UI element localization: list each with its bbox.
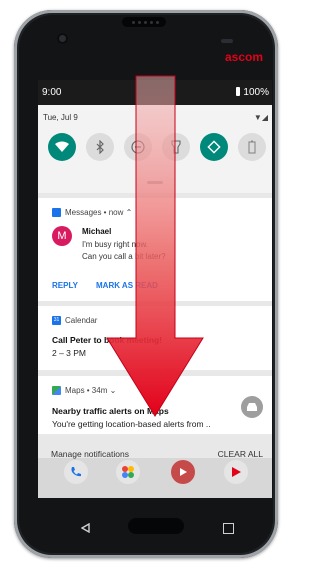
- sender-name: Michael: [82, 227, 112, 236]
- proximity-sensor: [221, 39, 233, 43]
- event-title: Call Peter to book meeting!: [52, 335, 163, 345]
- battery-icon: [236, 87, 241, 96]
- navigation-bar: [38, 498, 272, 558]
- avatar: M: [52, 226, 72, 246]
- quick-settings-panel: Tue, Jul 9 ▼◢: [38, 105, 272, 193]
- app-line: Messages • now ⌃: [65, 208, 133, 217]
- back-icon[interactable]: [81, 523, 90, 533]
- date-label: Tue, Jul 9: [43, 113, 78, 122]
- maps-app-icon: [52, 386, 61, 395]
- screen: 9:00 100% Tue, Jul 9 ▼◢ Messages • now ⌃: [38, 80, 272, 498]
- alert-title: Nearby traffic alerts on Maps: [52, 406, 169, 416]
- mark-as-read-button[interactable]: MARK AS READ: [96, 281, 158, 290]
- car-icon: [241, 396, 263, 418]
- bluetooth-tile[interactable]: [86, 133, 114, 161]
- drag-handle[interactable]: [147, 181, 163, 184]
- wifi-tile[interactable]: [48, 133, 76, 161]
- message-line: Can you call a bit later?: [82, 252, 166, 261]
- battery-indicator: 100%: [236, 87, 269, 98]
- maps-notification[interactable]: Maps • 34m ⌄ Nearby traffic alerts on Ma…: [38, 376, 272, 434]
- recents-icon[interactable]: [223, 523, 234, 534]
- home-dock: [38, 458, 272, 498]
- do-not-disturb-icon: [131, 140, 145, 154]
- battery-saver-icon: [248, 140, 256, 154]
- manage-notifications-button[interactable]: Manage notifications: [51, 449, 129, 459]
- wifi-icon: [55, 141, 69, 152]
- app-line: Calendar: [65, 316, 98, 325]
- auto-rotate-tile[interactable]: [200, 133, 228, 161]
- signal-icon: ▼◢: [253, 113, 268, 122]
- flashlight-tile[interactable]: [162, 133, 190, 161]
- front-camera: [57, 33, 68, 44]
- flashlight-icon: [171, 140, 181, 154]
- notification-footer: Manage notifications CLEAR ALL: [38, 442, 272, 464]
- messages-notification[interactable]: Messages • now ⌃ M Michael I'm busy righ…: [38, 198, 272, 301]
- auto-rotate-icon: [207, 140, 221, 154]
- clear-all-button[interactable]: CLEAR ALL: [218, 449, 263, 459]
- battery-saver-tile[interactable]: [238, 133, 266, 161]
- messages-app-icon: [52, 208, 61, 217]
- notification-header: 31 Calendar: [52, 316, 97, 325]
- event-time: 2 – 3 PM: [52, 348, 87, 358]
- reply-button[interactable]: REPLY: [52, 281, 78, 290]
- calendar-notification[interactable]: 31 Calendar Call Peter to book meeting! …: [38, 306, 272, 370]
- app-line: Maps • 34m ⌄: [65, 386, 117, 395]
- earpiece-speaker: [122, 17, 166, 27]
- battery-level: 100%: [243, 87, 269, 98]
- home-button[interactable]: [128, 518, 184, 534]
- message-line: I'm busy right now.: [82, 240, 148, 249]
- brand-logo: ascom: [225, 50, 264, 64]
- status-bar: 9:00 100%: [38, 80, 272, 105]
- clock: 9:00: [42, 87, 62, 98]
- alert-text: You're getting location-based alerts fro…: [52, 419, 211, 429]
- notification-header: Messages • now ⌃: [52, 208, 132, 217]
- bluetooth-icon: [96, 140, 104, 154]
- calendar-app-icon: 31: [52, 316, 61, 325]
- do-not-disturb-tile[interactable]: [124, 133, 152, 161]
- notification-header: Maps • 34m ⌄: [52, 386, 116, 395]
